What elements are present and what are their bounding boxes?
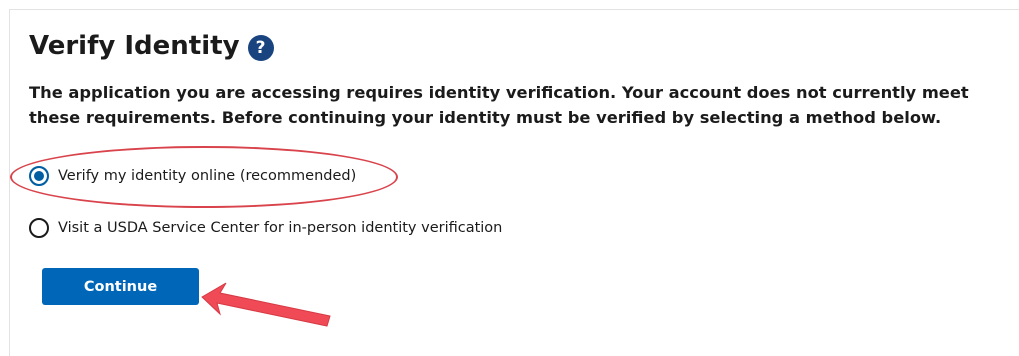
radio-label-service-center[interactable]: Visit a USDA Service Center for in-perso…: [58, 220, 502, 236]
page-title: Verify Identity: [29, 31, 240, 61]
continue-button[interactable]: Continue: [42, 268, 199, 305]
radio-option-verify-online[interactable]: Verify my identity online (recommended): [29, 166, 356, 186]
radio-button-selected-icon[interactable]: [29, 166, 49, 186]
radio-option-service-center[interactable]: Visit a USDA Service Center for in-perso…: [29, 218, 502, 238]
radio-label-verify-online[interactable]: Verify my identity online (recommended): [58, 168, 356, 184]
verification-description: The application you are accessing requir…: [29, 83, 969, 127]
title-row: Verify Identity ?: [29, 28, 274, 64]
question-mark-icon[interactable]: ?: [247, 35, 274, 61]
radio-button-unselected-icon[interactable]: [29, 218, 49, 238]
